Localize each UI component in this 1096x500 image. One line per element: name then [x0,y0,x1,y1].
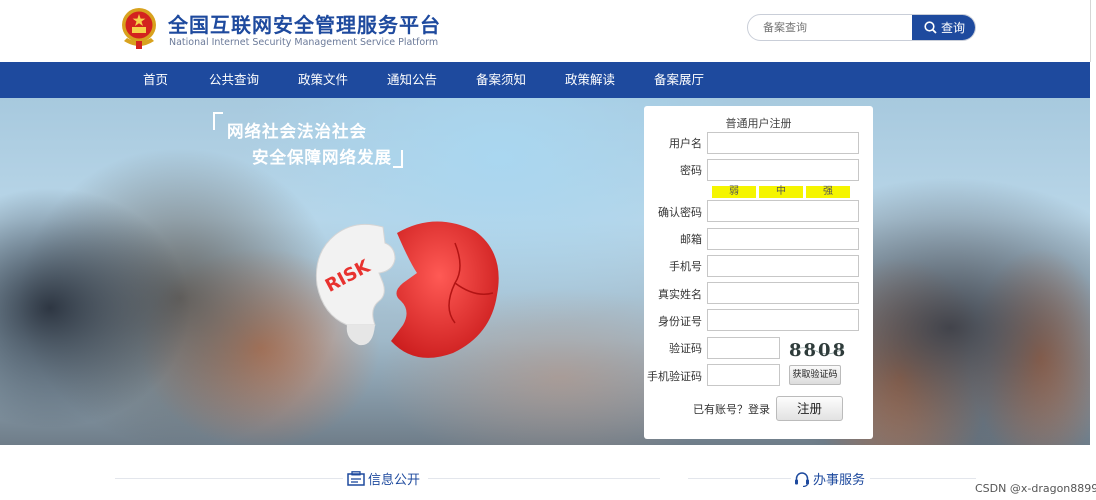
hero-banner: 网络社会法治社会 安全保障网络发展 RISK [0,98,1090,445]
nav-item-policy-interpretation[interactable]: 政策解读 [565,62,615,98]
captcha-field[interactable] [707,337,780,359]
site-title: 全国互联网安全管理服务平台 [168,13,441,37]
nav-item-filing-guide[interactable]: 备案须知 [476,62,526,98]
register-button[interactable]: 注册 [776,396,843,421]
divider-right-2 [870,478,976,479]
divider-left-2 [428,478,660,479]
content-section [0,445,1096,500]
password-field[interactable] [707,159,859,181]
strength-medium: 中 [759,186,803,198]
info-public-heading[interactable]: 信息公开 [347,469,420,488]
confirm-password-field[interactable] [707,200,859,222]
confirm-password-label: 确认密码 [658,206,702,219]
nav-item-filing-gallery[interactable]: 备案展厅 [654,62,704,98]
id-number-field[interactable] [707,309,859,331]
phone-field[interactable] [707,255,859,277]
nav-item-home[interactable]: 首页 [143,62,168,98]
slogan-bracket-close [393,150,403,168]
services-heading[interactable]: 办事服务 [794,469,865,488]
watermark-text: CSDN @x-dragon8899 [975,482,1096,495]
form-title: 普通用户注册 [725,117,792,130]
sms-code-field[interactable] [707,364,780,386]
slogan-bracket-open [213,112,223,130]
search-button[interactable]: 查询 [912,15,975,40]
strength-strong: 强 [806,186,850,198]
document-icon [347,471,365,486]
nav-item-public-query[interactable]: 公共查询 [209,62,259,98]
phone-label: 手机号 [669,260,702,273]
search-box: 查询 [747,14,976,41]
slogan-line-2: 安全保障网络发展 [252,148,392,167]
captcha-label: 验证码 [669,342,702,355]
real-name-field[interactable] [707,282,859,304]
real-name-label: 真实姓名 [658,288,702,301]
site-header: 全国互联网安全管理服务平台 National Internet Security… [0,0,1096,62]
scrollbar-divider [1090,0,1091,62]
captcha-image[interactable]: 8808 [788,338,846,360]
main-nav: 首页 公共查询 政策文件 通知公告 备案须知 政策解读 备案展厅 [0,62,1090,98]
search-button-label: 查询 [940,21,965,35]
get-sms-code-button[interactable]: 获取验证码 [789,365,841,385]
national-emblem-icon [122,8,156,49]
nav-item-policy-docs[interactable]: 政策文件 [298,62,348,98]
headset-icon [795,471,809,487]
password-label: 密码 [680,164,702,177]
site-subtitle: National Internet Security Management Se… [169,37,439,48]
id-number-label: 身份证号 [658,315,702,328]
email-field[interactable] [707,228,859,250]
email-label: 邮箱 [680,233,702,246]
info-public-label: 信息公开 [368,473,421,488]
nav-item-notices[interactable]: 通知公告 [387,62,437,98]
sms-code-label: 手机验证码 [647,370,702,383]
strength-weak: 弱 [712,186,756,198]
search-input[interactable] [748,15,912,40]
slogan-line-1: 网络社会法治社会 [227,122,367,141]
divider-left-1 [115,478,343,479]
login-link[interactable]: 已有账号？登录 [693,401,770,417]
search-icon [924,21,937,34]
divider-right-1 [688,478,791,479]
username-field[interactable] [707,132,859,154]
username-label: 用户名 [669,137,702,150]
captcha-text: 8808 [789,340,846,360]
risk-puzzle-illustration: RISK [315,221,499,358]
services-label: 办事服务 [813,473,866,488]
